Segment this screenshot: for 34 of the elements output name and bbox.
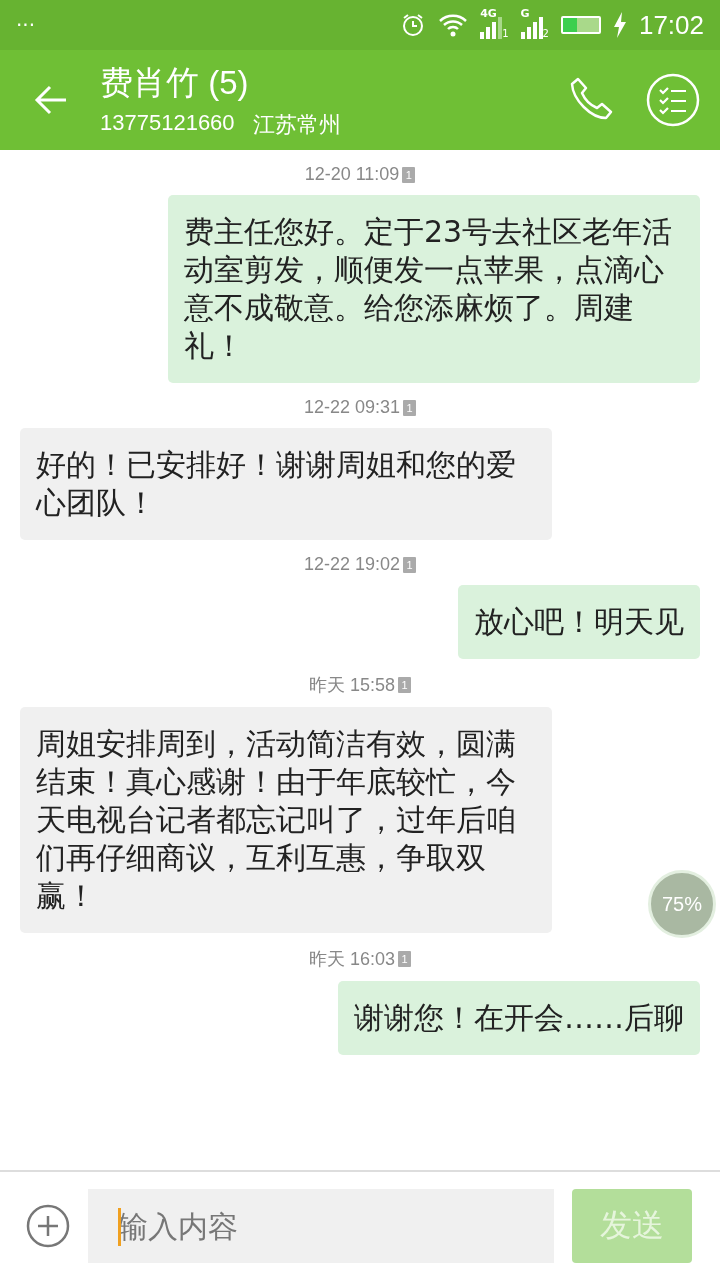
signal-icon <box>480 17 503 39</box>
timestamp: 12-22 19:02 <box>303 554 401 575</box>
notification-dots: ··· <box>16 13 36 37</box>
network-label: 4G <box>480 7 497 20</box>
progress-badge[interactable]: 75% <box>648 870 716 938</box>
sim-badge: 1 <box>398 951 411 967</box>
location: 江苏常州 <box>252 110 341 139</box>
timestamp: 12-22 09:31 <box>303 397 401 418</box>
clock: 17:02 <box>638 9 704 41</box>
text-cursor <box>118 1208 121 1246</box>
wifi-icon <box>438 13 469 37</box>
message-bubble: 放心吧！明天见 <box>458 585 700 659</box>
signal-icon <box>520 17 543 39</box>
sim-number: 1 <box>502 28 509 39</box>
add-icon[interactable] <box>26 1204 70 1248</box>
timestamp: 12-20 11:09 <box>304 164 400 185</box>
sim-badge: 1 <box>402 166 416 183</box>
sim-badge: 1 <box>398 677 411 693</box>
message-bubble: 好的！已安排好！谢谢周姐和您的爱心团队！ <box>20 428 552 540</box>
timestamp: 昨天 16:03 <box>308 948 395 971</box>
checklist-icon[interactable] <box>646 73 700 127</box>
sim-badge: 1 <box>403 556 417 573</box>
sim-number: 2 <box>542 28 549 39</box>
contact-name: 费肖竹 (5) <box>100 62 250 103</box>
timestamp: 昨天 15:58 <box>308 674 395 697</box>
phone-number: 13775121660 <box>100 109 235 137</box>
battery-icon <box>560 16 601 34</box>
message-bubble: 费主任您好。定于23号去社区老年活动室剪发，顺便发一点苹果，点滴心意不成敬意。给您添麻烦了。周建礼！ <box>168 195 700 383</box>
message-bubble: 周姐安排周到，活动简洁有效，圆满结束！真心感谢！由于年底较忙，今天电视台记者都忘记叫了，过年后咱们再仔细商议，互利互惠，争取双赢！ <box>20 707 552 933</box>
message-bubble: 谢谢您！在开会……后聊 <box>338 981 700 1055</box>
charging-icon <box>612 12 627 38</box>
back-arrow-icon[interactable] <box>34 85 68 115</box>
network-label: G <box>520 7 530 20</box>
sim-badge: 1 <box>403 399 417 416</box>
